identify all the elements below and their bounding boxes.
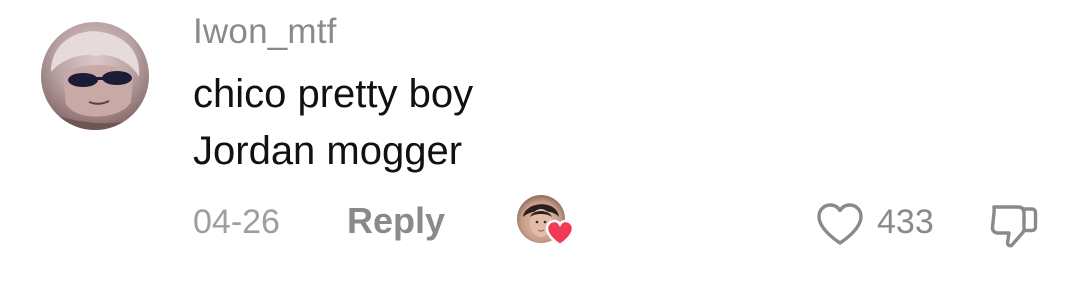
comment-meta-row: 04-26 Reply 433	[0, 195, 1080, 251]
heart-outline-icon[interactable]	[815, 201, 865, 247]
comment-item: Iwon_mtf chico pretty boy Jordan mogger …	[0, 0, 1080, 290]
avatar-image	[41, 31, 149, 130]
thumbs-down-icon[interactable]	[988, 199, 1040, 251]
user-avatar[interactable]	[41, 22, 149, 130]
comment-date: 04-26	[193, 203, 280, 241]
heart-filled-icon	[545, 219, 575, 247]
comment-text: chico pretty boy Jordan mogger	[193, 66, 473, 180]
username[interactable]: Iwon_mtf	[193, 12, 337, 52]
reply-button[interactable]: Reply	[347, 200, 445, 242]
creator-liked-badge	[517, 195, 577, 251]
like-count: 433	[877, 203, 934, 241]
comment-line-1: chico pretty boy	[193, 72, 474, 116]
comment-line-2: Jordan mogger	[193, 129, 463, 173]
